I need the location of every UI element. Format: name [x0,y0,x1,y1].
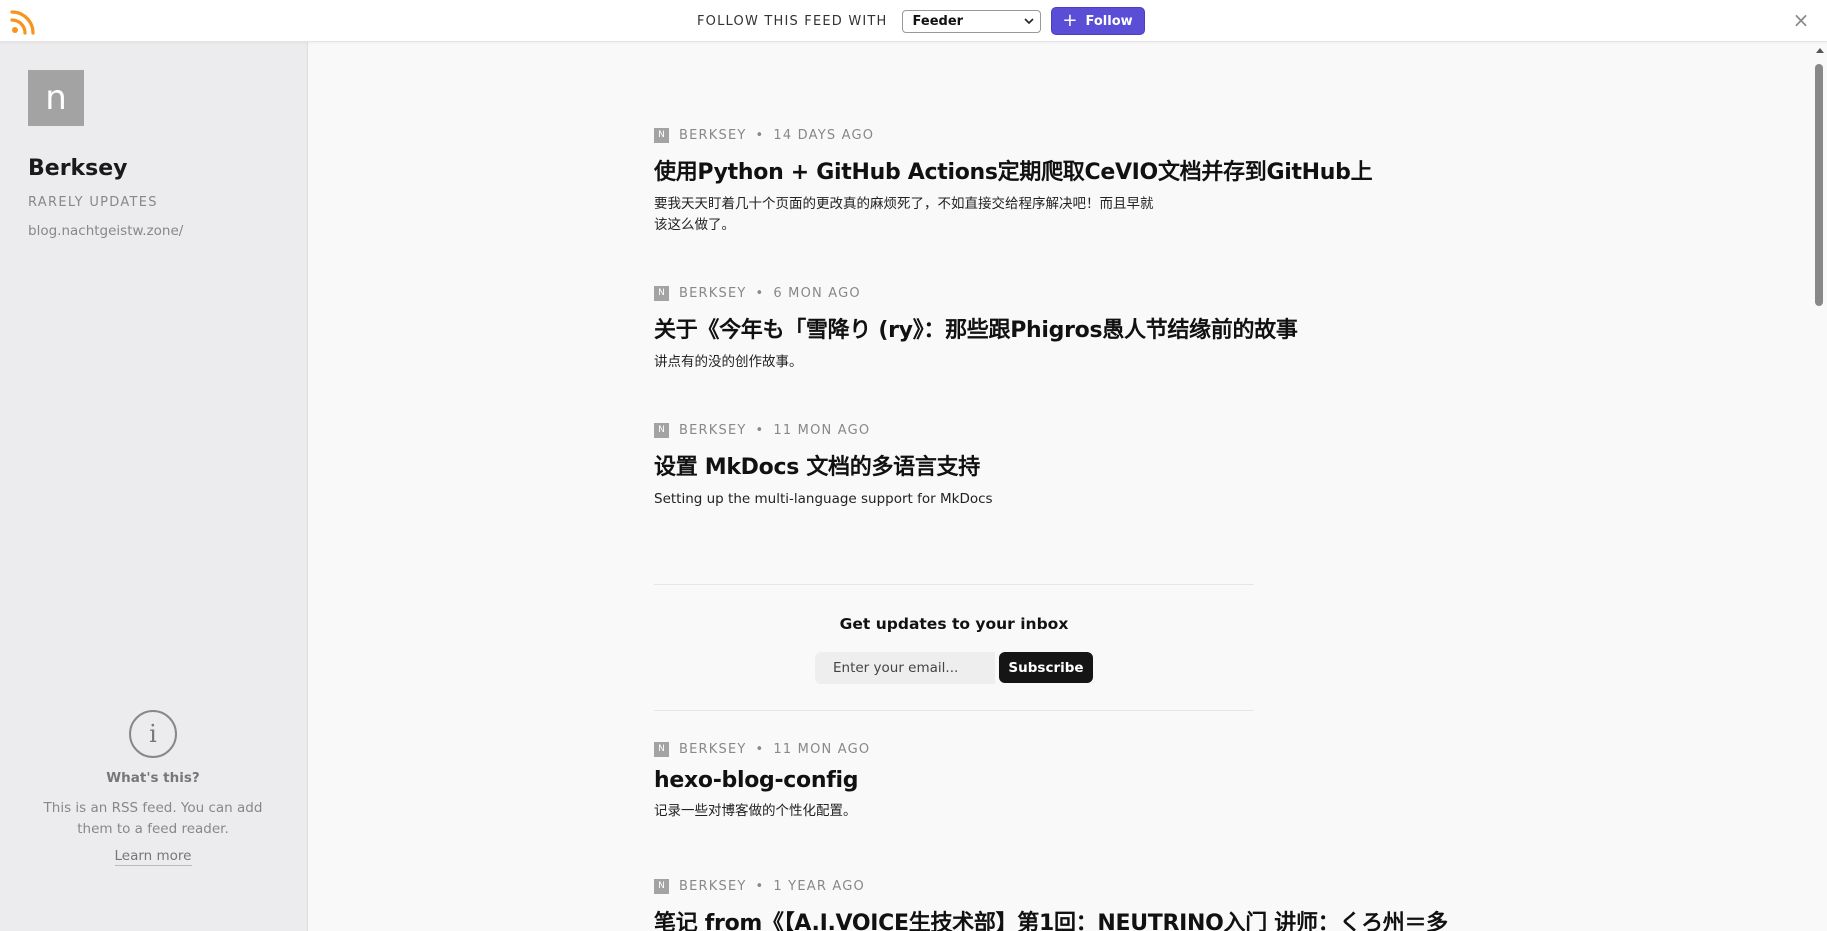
post-description: 讲点有的没的创作故事。 [654,354,803,370]
info-box: i What's this? This is an RSS feed. You … [40,710,266,866]
post-description: 记录一些对博客做的个性化配置。 [654,803,857,819]
reader-select-value: Feeder [912,13,964,29]
feed-sidebar: n Berksey RARELY UPDATES blog.nachtgeist… [0,42,308,931]
follow-button[interactable]: + Follow [1050,7,1145,35]
info-title: What's this? [106,770,200,786]
meta-separator: • [755,422,765,438]
feed-avatar: n [28,70,84,126]
feed-title: Berksey [28,156,128,181]
subscribe-box: Get updates to your inbox Enter your ema… [654,584,1254,711]
post-item[interactable]: n BERKSEY • 11 MON AGO 设置 MkDocs 文档的多语言支… [654,421,1154,510]
post-title[interactable]: 笔记 from《【A.I.VOICE生技术部】第1回：NEUTRINO入门 讲师… [654,905,1448,931]
follow-label: FOLLOW THIS FEED WITH [697,13,888,29]
post-item[interactable]: n BERKSEY • 11 MON AGO hexo-blog-config … [654,740,1154,822]
subscribe-title: Get updates to your inbox [839,615,1069,633]
post-title[interactable]: 设置 MkDocs 文档的多语言支持 [654,449,1154,481]
post-age: 1 YEAR AGO [773,878,865,894]
post-author: BERKSEY [679,878,747,894]
post-author: BERKSEY [679,422,747,438]
close-icon[interactable]: × [1792,10,1810,30]
post-meta: n BERKSEY • 6 MON AGO [654,284,1298,302]
scroll-up-arrow-icon[interactable] [1816,48,1824,53]
post-item[interactable]: n BERKSEY • 1 YEAR AGO 笔记 from《【A.I.VOIC… [654,877,1448,931]
post-author: BERKSEY [679,127,747,143]
post-avatar: n [654,878,669,894]
meta-separator: • [755,285,765,301]
meta-separator: • [755,127,765,143]
scroll-thumb[interactable] [1815,64,1823,306]
email-input[interactable]: Enter your email... [815,652,995,684]
post-title[interactable]: 使用Python + GitHub Actions定期爬取CeVIO文档并存到G… [654,154,1373,186]
post-age: 11 MON AGO [773,741,871,757]
post-meta: n BERKSEY • 1 YEAR AGO [654,877,1448,895]
info-text: This is an RSS feed. You can add them to… [43,800,263,837]
post-age: 14 DAYS AGO [773,127,875,143]
meta-separator: • [755,741,765,757]
post-meta: n BERKSEY • 11 MON AGO [654,421,1154,439]
post-avatar: n [654,285,669,301]
scrollbar[interactable] [1813,42,1827,931]
post-age: 11 MON AGO [773,422,871,438]
feed-frequency: RARELY UPDATES [28,195,158,210]
reader-select[interactable]: Feeder [901,9,1041,33]
post-meta: n BERKSEY • 14 DAYS AGO [654,126,1372,144]
post-title[interactable]: 关于《今年も「雪降り (ry》：那些跟Phigros愚人节结缘前的故事 [654,312,1298,344]
rss-icon[interactable] [10,9,36,35]
post-description: 要我天天盯着几十个页面的更改真的麻烦死了，不如直接交给程序解决吧！而且早就该这么… [654,196,1154,233]
post-item[interactable]: n BERKSEY • 6 MON AGO 关于《今年も「雪降り (ry》：那些… [654,284,1298,373]
feed-main[interactable]: n BERKSEY • 14 DAYS AGO 使用Python + GitHu… [308,42,1819,931]
follow-button-label: Follow [1085,13,1133,29]
feed-url[interactable]: blog.nachtgeistw.zone/ [28,223,183,239]
post-avatar: n [654,127,669,143]
plus-icon: + [1062,10,1078,31]
chevron-down-icon [1023,18,1034,25]
post-avatar: n [654,422,669,438]
post-description: Setting up the multi-language support fo… [654,491,993,507]
post-title[interactable]: hexo-blog-config [654,768,1154,793]
post-author: BERKSEY [679,741,747,757]
post-item[interactable]: n BERKSEY • 14 DAYS AGO 使用Python + GitHu… [654,126,1373,236]
top-bar: FOLLOW THIS FEED WITH Feeder + Follow × [0,0,1827,42]
post-author: BERKSEY [679,285,747,301]
post-meta: n BERKSEY • 11 MON AGO [654,740,1154,758]
post-avatar: n [654,741,669,757]
post-age: 6 MON AGO [773,285,861,301]
subscribe-button[interactable]: Subscribe [999,652,1093,683]
meta-separator: • [755,878,765,894]
follow-controls: FOLLOW THIS FEED WITH Feeder + Follow [697,7,1145,35]
learn-more-link[interactable]: Learn more [114,848,192,866]
info-icon: i [129,710,177,758]
